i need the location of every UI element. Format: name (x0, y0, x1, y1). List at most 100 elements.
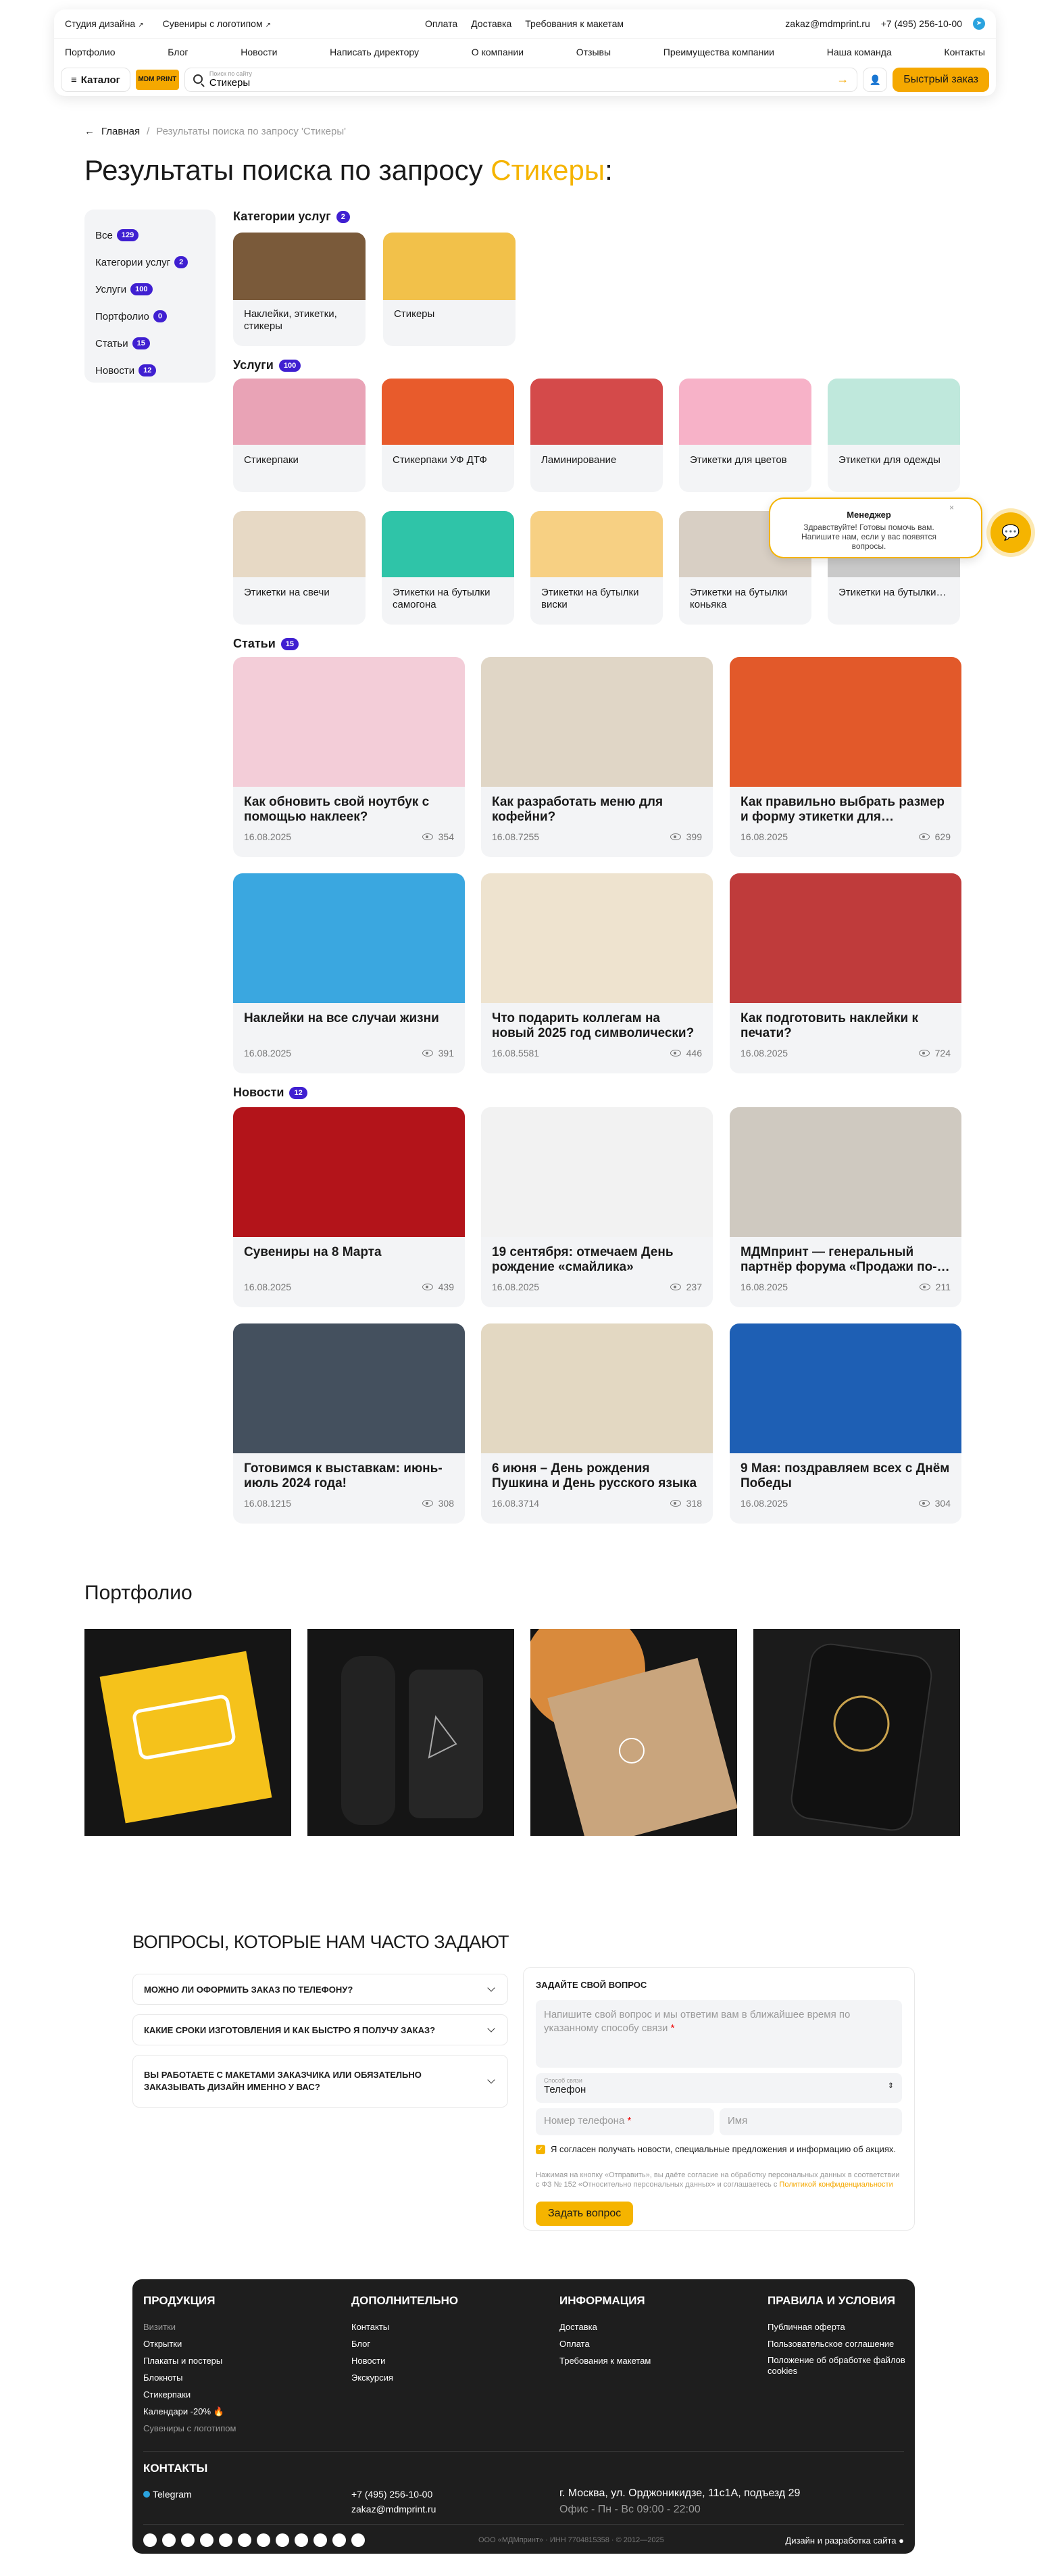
article-card[interactable]: Что подарить коллегам на новый 2025 год … (481, 873, 713, 1073)
search-input[interactable] (209, 77, 760, 89)
nav-about[interactable]: О компании (472, 47, 524, 57)
portfolio-item[interactable] (753, 1629, 960, 1836)
vk-icon[interactable] (162, 2533, 176, 2547)
question-textarea[interactable]: Напишите свой вопрос и мы ответим вам в … (536, 2000, 902, 2068)
telegram-icon[interactable]: ➤ (973, 18, 985, 30)
nav-team[interactable]: Наша команда (827, 47, 892, 57)
nav-portfolio[interactable]: Портфолио (65, 47, 116, 57)
close-icon[interactable]: × (949, 503, 954, 512)
footer-telegram[interactable]: Telegram (143, 2489, 192, 2500)
header-email[interactable]: zakaz@mdmprint.ru (785, 18, 870, 29)
service-card[interactable]: Стикерпаки (233, 379, 366, 492)
nav-news[interactable]: Новости (241, 47, 277, 57)
header-link-delivery[interactable]: Доставка (471, 18, 511, 29)
service-card[interactable]: Стикерпаки УФ ДТФ (382, 379, 514, 492)
consent-checkbox[interactable]: ✓ (536, 2145, 545, 2154)
footer-link[interactable]: Публичная оферта (768, 2318, 909, 2335)
footer-email[interactable]: zakaz@mdmprint.ru (351, 2504, 436, 2514)
news-card[interactable]: Сувениры на 8 Марта 16.08.2025 439 (233, 1107, 465, 1307)
footer-link[interactable]: Требования к макетам (559, 2352, 651, 2369)
catalog-button[interactable]: ≡ Каталог (61, 68, 130, 92)
filter-news[interactable]: Новости 12 (95, 357, 205, 384)
ok-icon[interactable] (219, 2533, 232, 2547)
header-phone[interactable]: +7 (495) 256-10-00 (881, 18, 962, 29)
breadcrumb-home[interactable]: Главная (101, 126, 140, 137)
footer-link[interactable]: Стикерпаки (143, 2386, 236, 2403)
faq-item[interactable]: ВЫ РАБОТАЕТЕ С МАКЕТАМИ ЗАКАЗЧИКА ИЛИ ОБ… (132, 2055, 508, 2108)
faq-item[interactable]: МОЖНО ЛИ ОФОРМИТЬ ЗАКАЗ ПО ТЕЛЕФОНУ? (132, 1974, 508, 2005)
portfolio-item[interactable] (530, 1629, 737, 1836)
footer-link[interactable]: Календари -20% 🔥 (143, 2403, 236, 2420)
footer-link[interactable]: Оплата (559, 2335, 651, 2352)
article-card[interactable]: Наклейки на все случаи жизни 16.08.2025 39… (233, 873, 465, 1073)
whatsapp-icon[interactable] (181, 2533, 195, 2547)
portfolio-item[interactable] (84, 1629, 291, 1836)
footer-link[interactable]: Сувениры с логотипом (143, 2420, 236, 2437)
news-card[interactable]: МДМпринт — генеральный партнёр форума «П… (730, 1107, 961, 1307)
footer-link[interactable]: Экскурсия (351, 2369, 458, 2386)
news-card[interactable]: 9 Мая: поздравляем всех с Днём Победы 16.… (730, 1323, 961, 1524)
telegram-icon[interactable] (143, 2533, 157, 2547)
footer-link[interactable]: Визитки (143, 2318, 236, 2335)
play-icon[interactable] (351, 2533, 365, 2547)
rutube-icon[interactable] (257, 2533, 270, 2547)
nav-blog[interactable]: Блог (168, 47, 188, 57)
contact-method-select[interactable]: Способ связи Телефон ⇕ (536, 2073, 902, 2103)
service-card[interactable]: Ламинирование (530, 379, 663, 492)
article-card[interactable]: Как обновить свой ноутбук с помощью накл… (233, 657, 465, 857)
header-link-requirements[interactable]: Требования к макетам (525, 18, 624, 29)
footer-link[interactable]: Новости (351, 2352, 458, 2369)
youtube-icon[interactable] (200, 2533, 214, 2547)
service-card[interactable]: Этикетки для цветов (679, 379, 811, 492)
filter-categories[interactable]: Категории услуг 2 (95, 249, 205, 276)
category-card[interactable]: Стикеры (383, 233, 516, 346)
article-card[interactable]: Как разработать меню для кофейни? 16.08.7… (481, 657, 713, 857)
footer-link[interactable]: Доставка (559, 2318, 651, 2335)
service-card[interactable]: Этикетки на бутылки самогона (382, 511, 514, 625)
developer-link[interactable]: Дизайн и разработка сайта ● (785, 2535, 904, 2546)
chat-button[interactable]: 💬 (990, 512, 1031, 553)
header-link-souvenirs[interactable]: Сувениры с логотипом ↗ (163, 18, 271, 29)
filter-portfolio[interactable]: Портфолио 0 (95, 303, 205, 330)
portfolio-item[interactable] (307, 1629, 514, 1836)
news-card[interactable]: 19 сентября: отмечаем День рождение «сма… (481, 1107, 713, 1307)
dribbble-icon[interactable] (332, 2533, 346, 2547)
quick-order-button[interactable]: Быстрый заказ (893, 68, 989, 92)
footer-link[interactable]: Блокноты (143, 2369, 236, 2386)
submit-question-button[interactable]: Задать вопрос (536, 2202, 634, 2226)
footer-link[interactable]: Пользовательское соглашение (768, 2335, 909, 2352)
filter-all[interactable]: Все 129 (95, 222, 205, 249)
footer-link[interactable]: Плакаты и постеры (143, 2352, 236, 2369)
site-logo[interactable]: MDM PRINT (135, 70, 179, 90)
article-card[interactable]: Как подготовить наклейки к печати? 16.08.… (730, 873, 961, 1073)
filter-articles[interactable]: Статьи 15 (95, 330, 205, 357)
footer-link[interactable]: Блог (351, 2335, 458, 2352)
footer-link[interactable]: Контакты (351, 2318, 458, 2335)
name-field[interactable]: Имя (720, 2108, 902, 2135)
filter-services[interactable]: Услуги 100 (95, 276, 205, 303)
nav-advantages[interactable]: Преимущества компании (663, 47, 774, 57)
service-card[interactable]: Этикетки на свечи (233, 511, 366, 625)
search-submit-icon[interactable]: → (836, 72, 849, 87)
footer-link[interactable]: Положение об обработке файлов cookies (768, 2355, 909, 2377)
tiktok-icon[interactable] (295, 2533, 308, 2547)
category-card[interactable]: Наклейки, этикетки, стикеры (233, 233, 366, 346)
service-card[interactable]: Этикетки на бутылки виски (530, 511, 663, 625)
footer-phone[interactable]: +7 (495) 256-10-00 (351, 2489, 432, 2500)
pinterest-icon[interactable] (276, 2533, 289, 2547)
article-card[interactable]: Как правильно выбрать размер и форму эти… (730, 657, 961, 857)
footer-link[interactable]: Открытки (143, 2335, 236, 2352)
nav-reviews[interactable]: Отзывы (576, 47, 611, 57)
phone-field[interactable]: Номер телефона * (536, 2108, 714, 2135)
behance-icon[interactable] (313, 2533, 327, 2547)
header-link-payment[interactable]: Оплата (425, 18, 457, 29)
privacy-link[interactable]: Политикой конфиденциальности (779, 2181, 893, 2189)
chat-popup[interactable]: × Менеджер Здравствуйте! Готовы помочь в… (769, 497, 982, 558)
news-card[interactable]: 6 июня – День рождения Пушкина и День ру… (481, 1323, 713, 1524)
service-card[interactable]: Этикетки для одежды (828, 379, 960, 492)
nav-contacts[interactable]: Контакты (944, 47, 984, 57)
back-arrow-icon[interactable]: ← (84, 126, 95, 137)
news-card[interactable]: Готовимся к выставкам: июнь-июль 2024 го… (233, 1323, 465, 1524)
account-button[interactable]: 👤 (863, 68, 888, 92)
faq-item[interactable]: КАКИЕ СРОКИ ИЗГОТОВЛЕНИЯ И КАК БЫСТРО Я … (132, 2014, 508, 2045)
